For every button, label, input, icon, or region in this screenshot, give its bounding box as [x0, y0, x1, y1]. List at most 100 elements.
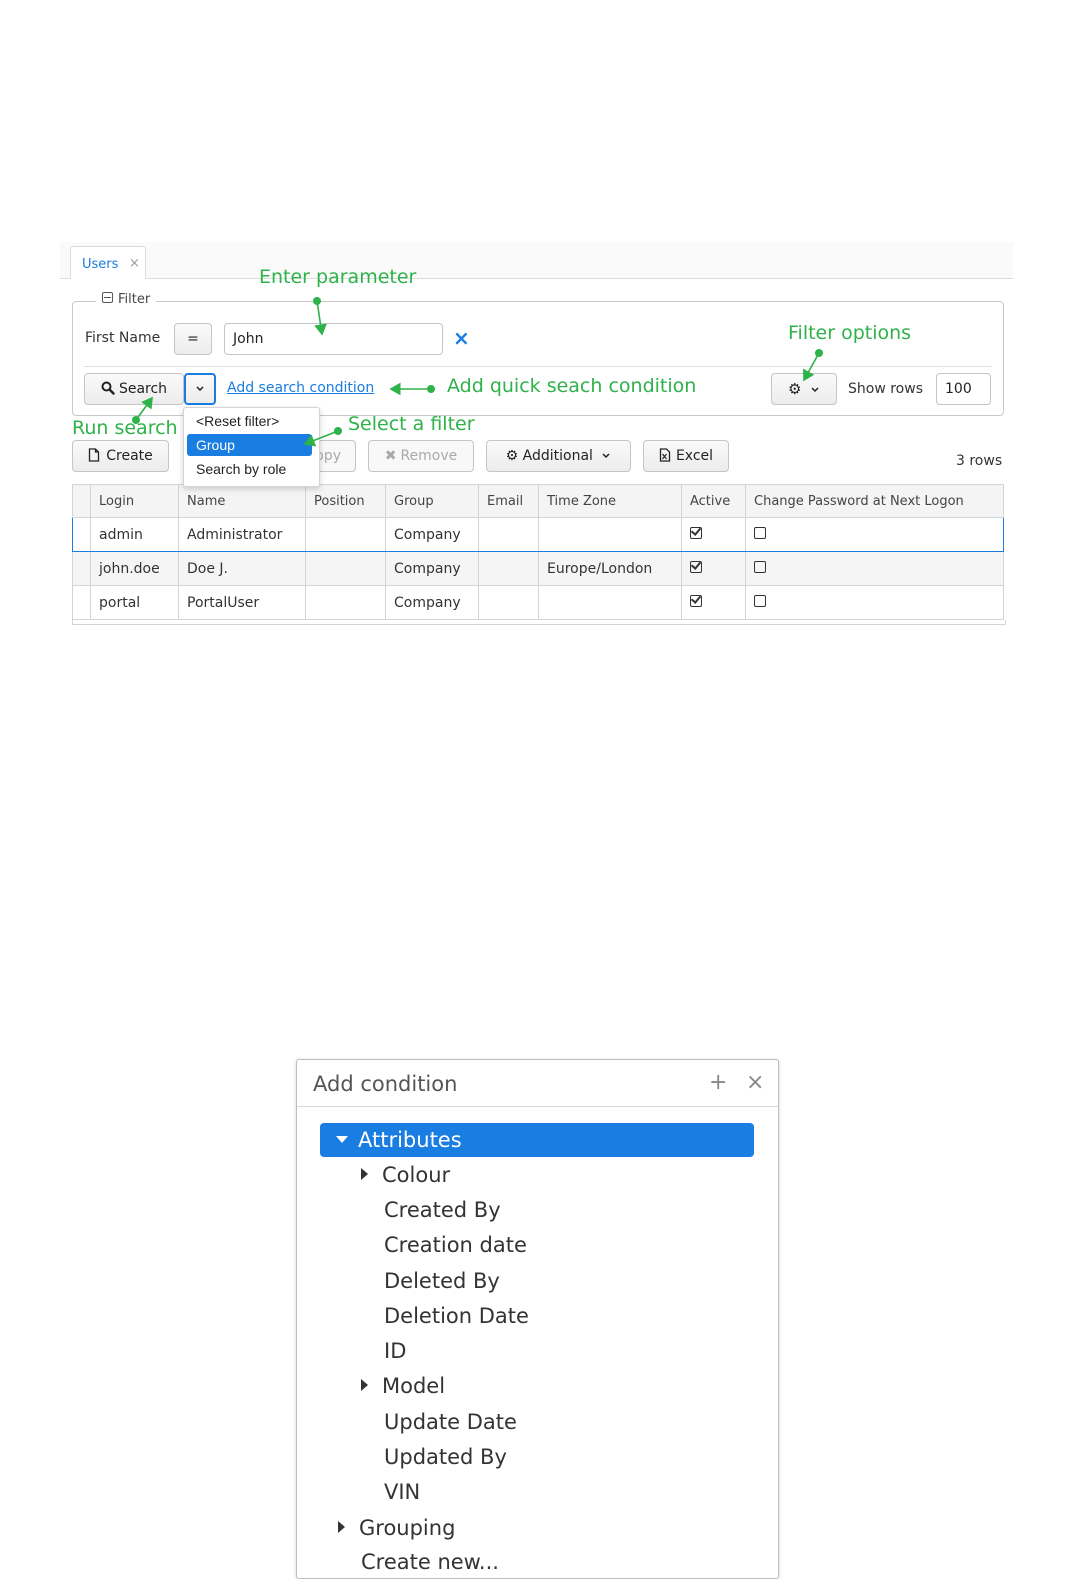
menu-item-reset-filter[interactable]: <Reset filter>: [187, 410, 312, 432]
tree-node-colour[interactable]: Colour: [361, 1158, 450, 1192]
cell-email: [478, 551, 539, 586]
remove-icon: ✖: [384, 448, 397, 464]
checkbox-unchecked-icon: [754, 560, 766, 573]
cell-position: [305, 585, 386, 620]
table-row[interactable]: admin Administrator Company: [72, 517, 1004, 552]
cell-active: [681, 551, 746, 586]
menu-item-group[interactable]: Group: [187, 434, 312, 456]
chevron-down-icon: [196, 386, 204, 392]
tree-node-label: Attributes: [358, 1128, 462, 1152]
checkbox-unchecked-icon: [754, 526, 766, 539]
filter-select-button[interactable]: [184, 373, 216, 405]
cell-active: [681, 517, 746, 552]
tree-node-label: Grouping: [359, 1516, 456, 1540]
cell-name: Administrator: [178, 517, 306, 552]
dialog-header: Add condition + ×: [297, 1060, 778, 1107]
tree-node-created-by[interactable]: Created By: [384, 1193, 501, 1227]
first-name-input[interactable]: John: [224, 323, 443, 355]
tree-node-model[interactable]: Model: [361, 1369, 445, 1403]
create-button-label: Create: [106, 448, 153, 464]
chevron-down-icon: [602, 453, 610, 459]
checkbox-checked-icon: [690, 594, 702, 607]
row-selector[interactable]: [72, 551, 91, 586]
filter-select-popup: <Reset filter> Group Search by role: [183, 407, 320, 487]
table-row[interactable]: john.doe Doe J. Company Europe/London: [72, 551, 1004, 586]
filter-legend[interactable]: Filter: [96, 292, 157, 307]
table-bottom-edge: [72, 620, 1006, 625]
search-button[interactable]: Search: [84, 373, 184, 405]
excel-button[interactable]: Excel: [643, 440, 729, 472]
cell-login: portal: [90, 585, 179, 620]
cell-position: [305, 551, 386, 586]
tree-node-vin[interactable]: VIN: [384, 1475, 420, 1509]
additional-button[interactable]: ⚙ Additional: [486, 440, 631, 472]
cell-position: [305, 517, 386, 552]
search-button-label: Search: [118, 381, 168, 397]
cell-group: Company: [385, 585, 479, 620]
row-selector-header: [72, 484, 91, 518]
chevron-down-icon: [811, 387, 819, 393]
add-search-condition-link[interactable]: Add search condition: [227, 380, 374, 396]
tree-node-label: Model: [382, 1374, 446, 1398]
tree-node-grouping[interactable]: Grouping: [338, 1511, 455, 1545]
column-header[interactable]: Group: [385, 484, 479, 518]
annotation-enter-parameter: Enter parameter: [259, 266, 417, 288]
tab-users[interactable]: Users ×: [70, 246, 146, 279]
expand-right-icon[interactable]: [361, 1379, 368, 1391]
column-header[interactable]: Name: [178, 484, 306, 518]
checkbox-unchecked-icon: [754, 594, 766, 607]
column-header[interactable]: Login: [90, 484, 179, 518]
row-selector[interactable]: [72, 517, 91, 552]
tree-node-updated-by[interactable]: Updated By: [384, 1440, 507, 1474]
users-table: Login Name Position Group Email Time Zon…: [72, 484, 1004, 620]
tree-node-deleted-by[interactable]: Deleted By: [384, 1264, 500, 1298]
operator-button[interactable]: =: [174, 323, 212, 355]
close-icon[interactable]: ×: [746, 1070, 764, 1095]
table-header-row: Login Name Position Group Email Time Zon…: [72, 484, 1004, 518]
remove-button[interactable]: ✖ Remove: [368, 440, 474, 472]
cell-name: Doe J.: [178, 551, 306, 586]
cell-timezone: Europe/London: [538, 551, 682, 586]
excel-icon: [659, 448, 671, 462]
tree-node-creation-date[interactable]: Creation date: [384, 1228, 527, 1262]
expand-right-icon[interactable]: [338, 1521, 345, 1533]
tree-node-attributes[interactable]: Attributes: [320, 1123, 754, 1157]
dialog-title: Add condition: [313, 1072, 458, 1096]
tree-node-update-date[interactable]: Update Date: [384, 1405, 517, 1439]
additional-button-label: Additional: [522, 448, 593, 464]
cell-email: [478, 517, 539, 552]
cell-name: PortalUser: [178, 585, 306, 620]
plus-icon[interactable]: +: [709, 1070, 727, 1095]
tree-node-id[interactable]: ID: [384, 1334, 406, 1368]
table-row[interactable]: portal PortalUser Company: [72, 585, 1004, 620]
cell-change-password: [745, 585, 1004, 620]
add-condition-dialog: Add condition + × Attributes Colour Crea…: [296, 1059, 779, 1579]
cell-change-password: [745, 551, 1004, 586]
collapse-icon[interactable]: [102, 292, 113, 303]
filter-divider: [84, 366, 992, 367]
column-header[interactable]: Change Password at Next Logon: [745, 484, 1004, 518]
expand-down-icon[interactable]: [336, 1135, 348, 1143]
filter-legend-label: Filter: [118, 292, 151, 307]
cell-group: Company: [385, 551, 479, 586]
clear-icon[interactable]: ×: [453, 326, 470, 350]
show-rows-label: Show rows: [848, 381, 923, 397]
tab-strip: Users ×: [60, 242, 1013, 279]
gear-icon: ⚙: [788, 380, 802, 398]
cell-group: Company: [385, 517, 479, 552]
create-button[interactable]: Create: [72, 440, 169, 472]
column-header[interactable]: Email: [478, 484, 539, 518]
annotation-select-filter: Select a filter: [348, 413, 475, 435]
column-header[interactable]: Time Zone: [538, 484, 682, 518]
close-icon[interactable]: ×: [129, 256, 140, 271]
menu-item-search-by-role[interactable]: Search by role: [187, 458, 312, 480]
tree-node-deletion-date[interactable]: Deletion Date: [384, 1299, 529, 1333]
tree-node-create-new[interactable]: Create new...: [361, 1545, 499, 1579]
row-selector[interactable]: [72, 585, 91, 620]
show-rows-input[interactable]: 100: [936, 373, 991, 405]
column-header[interactable]: Active: [681, 484, 746, 518]
expand-right-icon[interactable]: [361, 1168, 368, 1180]
cell-timezone: [538, 517, 682, 552]
column-header[interactable]: Position: [305, 484, 386, 518]
filter-options-button[interactable]: ⚙: [771, 373, 837, 405]
